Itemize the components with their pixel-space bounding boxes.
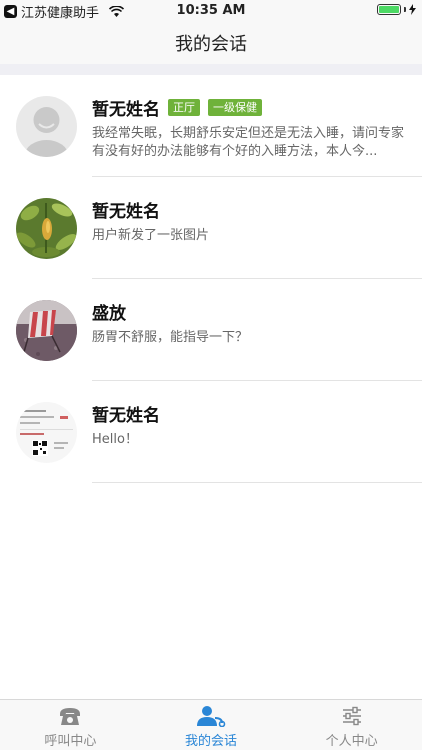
tab-label: 个人中心 [325,734,378,749]
contact-name: 盛放 [92,304,126,324]
last-message: 肠胃不舒服，能指导一下？ [92,330,249,345]
tag-badge: 正厅 [168,99,200,116]
conversation-row[interactable]: 盛放 肠胃不舒服，能指导一下？ [0,279,422,381]
doctor-icon [197,706,226,727]
page-title: 我的会话 [175,34,247,55]
plant-photo [16,198,77,259]
nav-bar: 我的会话 [0,22,422,64]
tab-label: 我的会话 [185,734,238,749]
section-spacer [0,64,422,75]
conversation-row[interactable]: 暂无姓名 Hello！ [0,381,422,483]
conversation-row[interactable]: 暂无姓名 用户新发了一张图片 [0,177,422,279]
tab-call-center[interactable]: 呼叫中心 [0,700,141,750]
status-bar: ◀ 江苏健康助手 10:35 AM [0,0,422,22]
row-divider [92,482,422,483]
conversation-header: 暂无姓名 正厅 一级保健 [92,95,262,120]
status-right [377,4,416,15]
deck-chair-photo [16,300,77,361]
conversation-header: 盛放 [92,299,126,324]
contact-name: 暂无姓名 [92,100,160,120]
contact-name: 暂无姓名 [92,406,160,426]
sliders-icon [342,706,361,726]
last-message: 用户新发了一张图片 [92,228,210,243]
tab-bar: 呼叫中心 我的会话 个人中心 [0,699,422,750]
tab-personal-center[interactable]: 个人中心 [281,700,422,750]
tab-my-conversations[interactable]: 我的会话 [141,700,282,750]
last-message: Hello！ [92,432,138,447]
status-time: 10:35 AM [176,3,246,18]
tab-label: 呼叫中心 [44,734,97,749]
battery-icon [377,4,401,15]
contact-name: 暂无姓名 [92,202,160,222]
tag-badge: 一级保健 [208,99,262,116]
conversation-list: 暂无姓名 正厅 一级保健 我经常失眠，长期舒乐安定但还是无法入睡，请问专家有没有… [0,75,422,483]
qr-screenshot-photo [16,402,77,463]
charging-icon [409,4,416,15]
battery-cap [404,7,406,12]
phone-icon [60,708,81,725]
conversation-header: 暂无姓名 [92,401,160,426]
conversation-row[interactable]: 暂无姓名 正厅 一级保健 我经常失眠，长期舒乐安定但还是无法入睡，请问专家有没有… [0,75,422,177]
conversation-header: 暂无姓名 [92,197,160,222]
last-message: 我经常失眠，长期舒乐安定但还是无法入睡，请问专家有没有好的办法能够有个好的入睡方… [92,126,405,159]
default-avatar-icon [16,96,77,157]
